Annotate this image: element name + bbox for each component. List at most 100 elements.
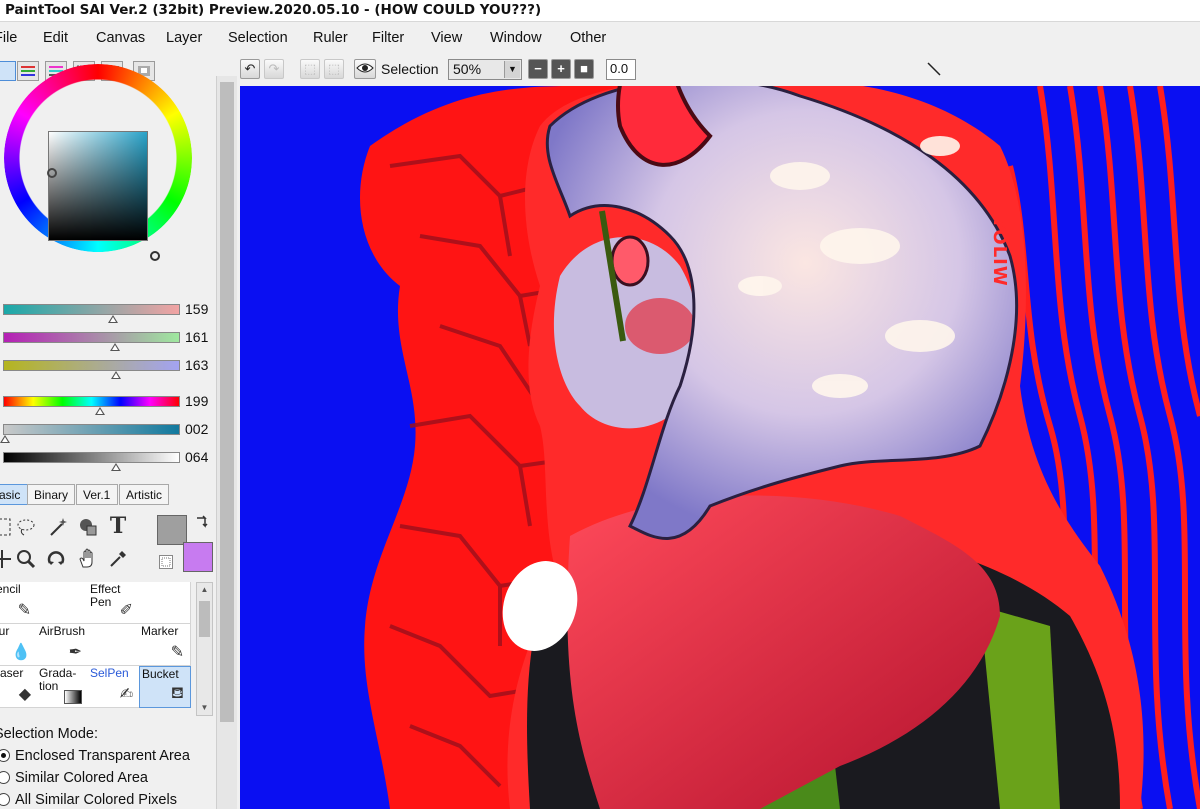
color-slider-h[interactable]: 199 <box>3 393 215 417</box>
airbrush-icon: ✒ <box>68 644 82 661</box>
zoom-in-button[interactable]: + <box>551 59 571 79</box>
brush-empty-slot[interactable] <box>88 624 140 666</box>
artist-signature: YOLIW <box>989 216 1010 287</box>
slider-track[interactable] <box>3 332 180 343</box>
rect-select-icon[interactable] <box>0 515 14 539</box>
color-wheel-mode-button[interactable] <box>0 61 16 81</box>
slider-thumb[interactable] <box>95 407 106 415</box>
canvas[interactable]: YOLIW <box>240 86 1200 809</box>
flip-canvas-button[interactable] <box>924 59 944 79</box>
slider-thumb[interactable] <box>107 315 118 323</box>
rotation-angle-field[interactable]: 0.0 <box>606 59 636 80</box>
radio-icon[interactable] <box>0 793 10 806</box>
tab-binary[interactable]: Binary <box>27 484 75 505</box>
menu-ruler[interactable]: Ruler <box>313 30 348 46</box>
chevron-down-icon: ▼ <box>504 61 520 78</box>
slider-track[interactable] <box>3 396 180 407</box>
eye <box>610 235 650 287</box>
marker-icon: ✎ <box>170 644 184 661</box>
eraser-icon: ◆ <box>18 686 31 703</box>
selection-mode-option[interactable]: Enclosed Transparent Area <box>0 748 190 764</box>
menu-file[interactable]: File <box>0 30 17 46</box>
zoom-tool-icon[interactable] <box>14 547 38 571</box>
color-slider-g[interactable]: 161 <box>3 329 215 353</box>
slider-track[interactable] <box>3 360 180 371</box>
brush-gradation[interactable]: Grada- tion <box>37 666 89 708</box>
zoom-select[interactable]: 50% ▼ <box>448 59 522 80</box>
sv-picker-marker[interactable] <box>47 168 57 178</box>
slider-thumb[interactable] <box>109 343 120 351</box>
color-slider-v[interactable]: 064 <box>3 449 215 473</box>
slider-track[interactable] <box>3 452 180 463</box>
scroll-down-arrow-icon[interactable]: ▼ <box>197 701 212 715</box>
selection-mode-option[interactable]: Similar Colored Area <box>0 770 148 786</box>
undo-button[interactable]: ↶ <box>240 59 260 79</box>
menu-filter[interactable]: Filter <box>372 30 404 46</box>
lasso-icon[interactable] <box>14 515 38 539</box>
secondary-color-swatch[interactable] <box>183 542 213 572</box>
brush-effectpen[interactable]: Effect Pen ✐ <box>88 582 140 624</box>
hue-picker-marker[interactable] <box>150 251 160 261</box>
color-slider-s[interactable]: 002 <box>0 421 215 445</box>
shape-tool-icon[interactable] <box>76 515 100 539</box>
radio-icon[interactable] <box>0 749 10 762</box>
text-tool-icon[interactable]: T <box>106 514 130 538</box>
hand-tool-icon[interactable] <box>76 547 100 571</box>
selection-mode-option[interactable]: All Similar Colored Pixels <box>0 792 177 808</box>
transparent-color-toggle[interactable] <box>159 555 173 569</box>
tool-tabs: BasicBinaryVer.1Artistic <box>0 484 214 506</box>
slider-track[interactable] <box>3 424 180 435</box>
menu-window[interactable]: Window <box>490 30 542 46</box>
brush-eraser[interactable]: Eraser ◆ <box>0 666 38 708</box>
menu-other[interactable]: Other <box>570 30 606 46</box>
menu-selection[interactable]: Selection <box>228 30 288 46</box>
menu-layer[interactable]: Layer <box>166 30 202 46</box>
move-tool-icon[interactable] <box>0 547 14 571</box>
canvas-scroll-thumb[interactable] <box>220 82 234 722</box>
brush-label: Effect Pen <box>90 582 121 609</box>
title-bar: PaintTool SAI Ver.2 (32bit) Preview.2020… <box>0 0 1200 22</box>
slider-thumb[interactable] <box>0 435 10 443</box>
brush-airbrush[interactable]: AirBrush ✒ <box>37 624 89 666</box>
zoom-out-button[interactable]: − <box>528 59 548 79</box>
eyedropper-icon[interactable] <box>106 547 130 571</box>
artwork <box>360 86 1200 809</box>
brush-grid-scroll-thumb[interactable] <box>199 601 210 637</box>
brush-blur[interactable]: Blur💧 <box>0 624 38 666</box>
menu-edit[interactable]: Edit <box>43 30 68 46</box>
slider-thumb[interactable] <box>111 463 122 471</box>
scroll-up-arrow-icon[interactable]: ▲ <box>197 583 212 597</box>
zoom-reset-button[interactable]: ■ <box>574 59 594 79</box>
redo-button[interactable]: ↷ <box>264 59 284 79</box>
slider-track[interactable] <box>3 304 180 315</box>
swap-colors-icon[interactable] <box>192 512 212 532</box>
brush-selpen[interactable]: SelPen ✍ <box>88 666 140 708</box>
color-slider-b[interactable]: 163 <box>3 357 215 381</box>
canvas-vertical-scrollbar[interactable] <box>216 76 237 809</box>
tab-ver1[interactable]: Ver.1 <box>76 484 118 505</box>
brush-empty-slot[interactable] <box>139 582 191 624</box>
primary-color-swatch[interactable] <box>157 515 187 545</box>
deselect-button[interactable]: ⬚ <box>300 59 320 79</box>
brush-bucket[interactable]: Bucket ⛾ <box>139 666 191 708</box>
drop-icon: 💧 <box>11 644 31 661</box>
menu-canvas[interactable]: Canvas <box>96 30 145 46</box>
rotate-tool-icon[interactable] <box>44 547 68 571</box>
tab-artistic[interactable]: Artistic <box>119 484 169 505</box>
menu-view[interactable]: View <box>431 30 462 46</box>
tab-basic[interactable]: Basic <box>0 484 28 505</box>
invert-selection-button[interactable]: ⬚ <box>324 59 344 79</box>
brush-grid-scrollbar[interactable]: ▲ ▼ <box>196 582 213 716</box>
color-slider-r[interactable]: 159 <box>3 301 215 325</box>
slider-value: 161 <box>185 329 209 345</box>
diagonal-line-icon <box>927 62 941 76</box>
slider-thumb[interactable] <box>111 371 122 379</box>
magic-wand-icon[interactable] <box>46 515 70 539</box>
selection-visibility-button[interactable] <box>354 59 376 79</box>
saturation-value-square[interactable] <box>48 131 148 241</box>
brush-empty-slot[interactable] <box>37 582 89 624</box>
radio-icon[interactable] <box>0 771 10 784</box>
rgb-slider-mode-button[interactable] <box>17 61 39 81</box>
brush-pencil[interactable]: Pencil ✎ <box>0 582 38 624</box>
brush-marker[interactable]: Marker ✎ <box>139 624 191 666</box>
